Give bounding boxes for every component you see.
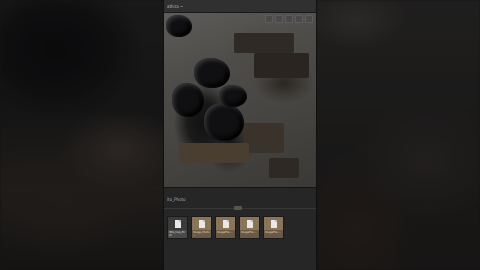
image-viewer[interactable] [164, 13, 316, 187]
image-file-icon [174, 219, 181, 228]
photo-debris [234, 33, 294, 53]
zoom-icon[interactable] [265, 15, 273, 23]
strip-scroll-handle[interactable] [234, 206, 242, 210]
thumbnail-preview [192, 217, 211, 230]
thumbnail-item[interactable]: ImageFile ... [239, 216, 260, 239]
photo-garbage-bag [194, 58, 230, 88]
photo-debris [254, 53, 309, 78]
menu-icon[interactable] [305, 15, 313, 23]
photo-garbage-bag [166, 15, 192, 37]
photo-garbage-bag [219, 85, 247, 107]
photo-debris [269, 158, 299, 178]
info-icon[interactable] [295, 15, 303, 23]
thumbnail-caption: ImageFile ... [265, 231, 281, 234]
rotate-icon[interactable] [285, 15, 293, 23]
thumbnail-list: IMG_Cap_Phot Image_Photo ... ImageFile .… [167, 216, 284, 239]
thumbnail-preview [240, 217, 259, 230]
viewer-toolbar [265, 15, 313, 23]
thumbnail-caption: ImageFile ... [217, 231, 233, 234]
thumbnail-caption: ImageFile ... [241, 231, 257, 234]
photo-viewer-window: athira ~ ito_Photo IMG_Cap_Phot Image_Ph… [164, 0, 316, 270]
photo-debris [179, 143, 249, 163]
thumbnail-preview [168, 217, 187, 230]
strip-label: ito_Photo [167, 197, 186, 202]
thumbnail-preview [216, 217, 235, 230]
thumbnail-strip: ito_Photo IMG_Cap_Phot Image_Photo ... I… [164, 187, 316, 270]
title-bar: athira ~ [164, 0, 316, 13]
thumbnail-preview [264, 217, 283, 230]
fit-icon[interactable] [275, 15, 283, 23]
photo-garbage-bag [204, 103, 244, 141]
thumbnail-item[interactable]: Image_Photo ... [191, 216, 212, 239]
image-file-icon [246, 219, 253, 228]
image-file-icon [270, 219, 277, 228]
window-title: athira ~ [167, 3, 184, 9]
thumbnail-caption: Image_Photo ... [193, 231, 210, 237]
thumbnail-item[interactable]: ImageFile ... [263, 216, 284, 239]
image-file-icon [198, 219, 205, 228]
image-file-icon [222, 219, 229, 228]
thumbnail-item[interactable]: IMG_Cap_Phot [167, 216, 188, 239]
thumbnail-caption: IMG_Cap_Phot [169, 231, 185, 237]
photo-garbage-bag [172, 83, 204, 117]
photo-debris [244, 123, 284, 153]
thumbnail-item[interactable]: ImageFile ... [215, 216, 236, 239]
